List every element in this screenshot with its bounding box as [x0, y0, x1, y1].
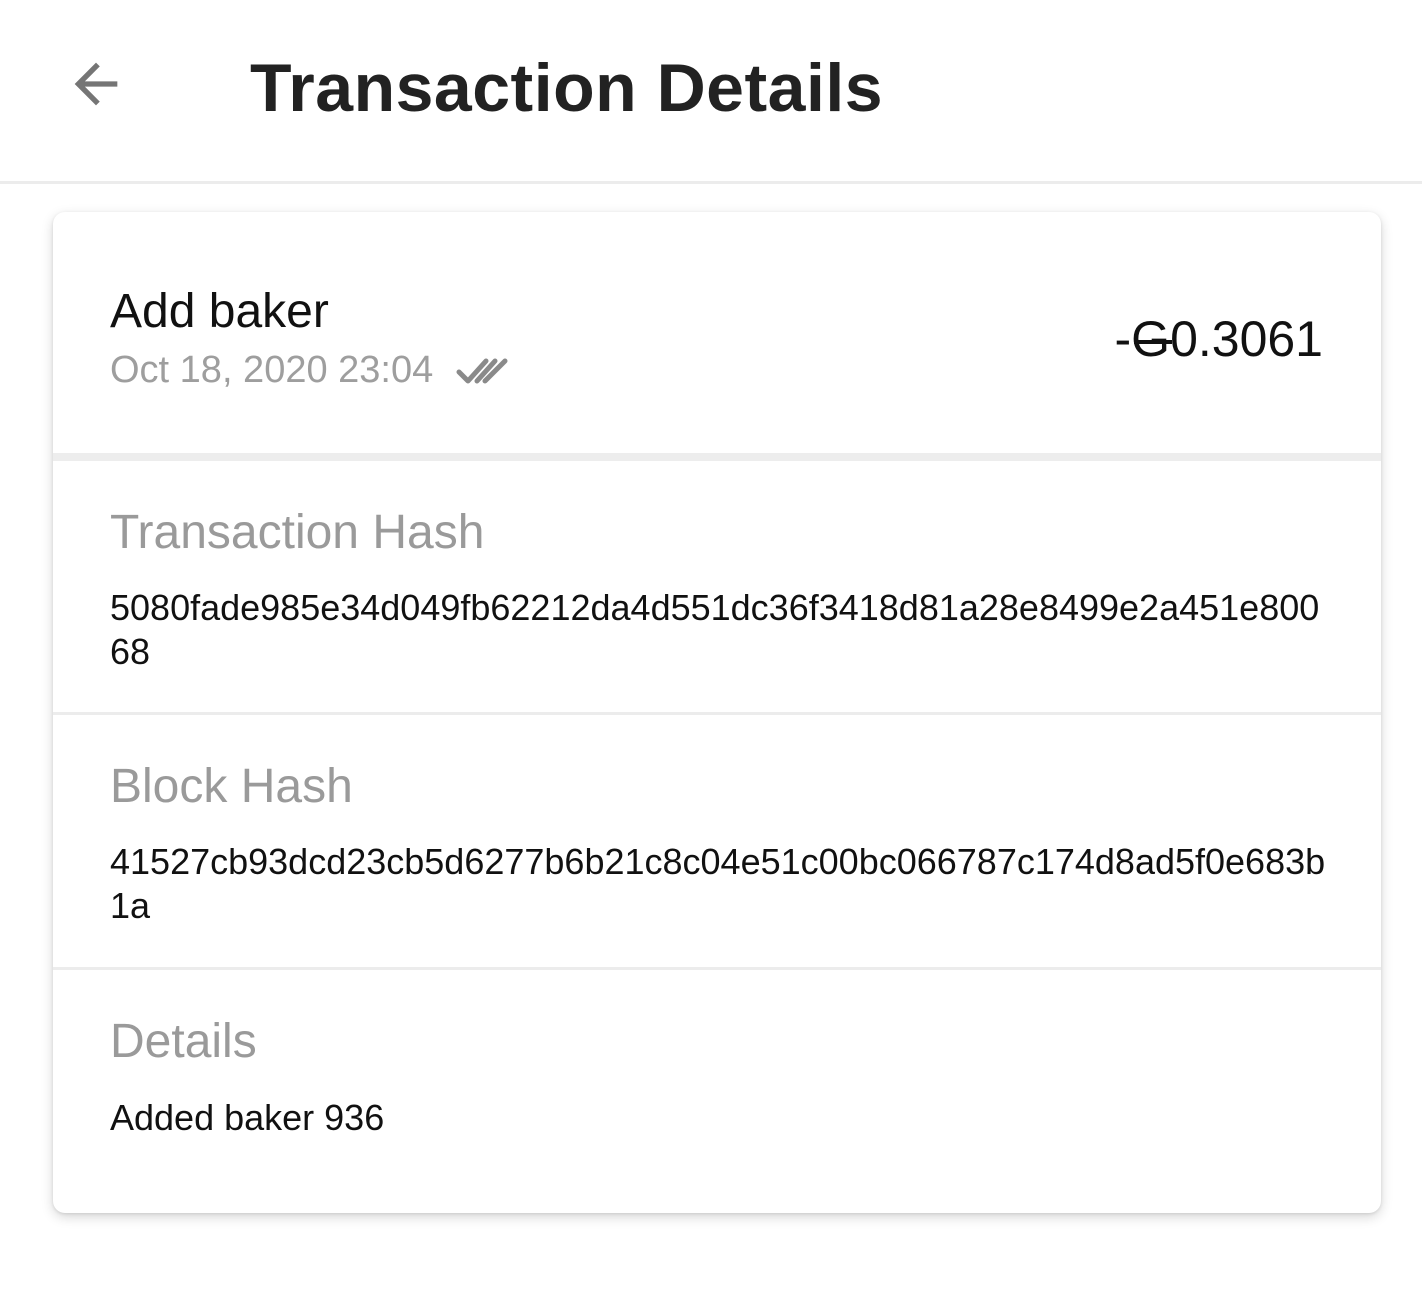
block-hash-value[interactable]: 41527cb93dcd23cb5d6277b6b21c8c04e51c00bc… [110, 840, 1330, 928]
transaction-amount: -G0.3061 [1115, 310, 1324, 368]
transaction-card: Add baker Oct 18, 2020 23:04 -G0.3061 Tr… [53, 212, 1381, 1213]
details-value: Added baker 936 [110, 1097, 385, 1138]
divider [53, 453, 1381, 461]
transaction-hash-label: Transaction Hash [110, 506, 485, 559]
back-button[interactable] [52, 40, 140, 128]
amount-value: 0.3061 [1170, 311, 1323, 367]
amount-sign: - [1114, 311, 1132, 367]
arrow-back-icon [74, 62, 118, 106]
block-hash-section: Block Hash 41527cb93dcd23cb5d6277b6b21c8… [53, 715, 1381, 967]
transaction-summary: Add baker Oct 18, 2020 23:04 -G0.3061 [53, 212, 1381, 454]
transaction-hash-value[interactable]: 5080fade985e34d049fb62212da4d551dc36f341… [110, 586, 1330, 674]
app-bar: Transaction Details [0, 0, 1422, 184]
details-label: Details [110, 1015, 257, 1068]
page-title: Transaction Details [250, 50, 884, 126]
transaction-meta: Oct 18, 2020 23:04 [110, 348, 511, 392]
double-check-icon [456, 358, 508, 384]
block-hash-label: Block Hash [110, 760, 353, 813]
details-section: Details Added baker 936 [53, 970, 1381, 1213]
transaction-date: Oct 18, 2020 23:04 [110, 349, 434, 391]
transaction-type: Add baker [110, 285, 329, 338]
transaction-hash-section: Transaction Hash 5080fade985e34d049fb622… [53, 461, 1381, 713]
gtu-currency-icon: G [1131, 311, 1172, 367]
